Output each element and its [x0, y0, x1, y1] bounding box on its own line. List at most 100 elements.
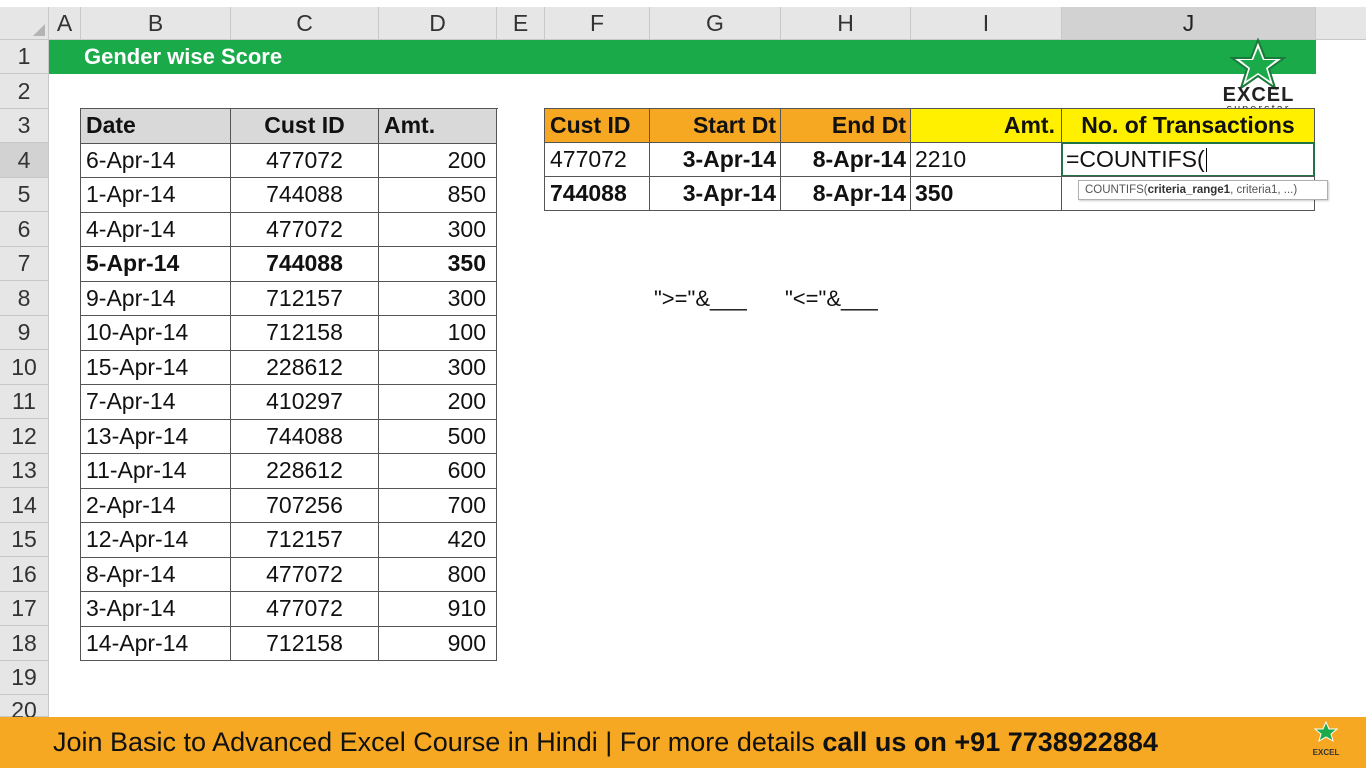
- table-cell[interactable]: 712158: [231, 626, 379, 661]
- table-cell[interactable]: 8-Apr-14: [780, 142, 911, 177]
- column-header-c[interactable]: C: [231, 7, 379, 40]
- tooltip-remaining-args: , criteria1, ...): [1230, 184, 1298, 196]
- table-cell[interactable]: 7-Apr-14: [81, 385, 231, 420]
- row-header-12[interactable]: 12: [0, 419, 49, 454]
- table-cell-bold[interactable]: 5-Apr-14: [81, 247, 231, 282]
- left-header-amt[interactable]: Amt.: [379, 109, 497, 144]
- table-cell[interactable]: 420: [379, 523, 497, 558]
- table-cell-bold[interactable]: 8-Apr-14: [780, 176, 911, 211]
- table-cell[interactable]: 712157: [231, 281, 379, 316]
- table-cell[interactable]: 477072: [231, 143, 379, 178]
- left-header-date[interactable]: Date: [81, 109, 231, 144]
- table-cell[interactable]: 500: [379, 419, 497, 454]
- row-header-3[interactable]: 3: [0, 109, 49, 143]
- row-header-15[interactable]: 15: [0, 523, 49, 557]
- table-cell[interactable]: 15-Apr-14: [81, 350, 231, 385]
- column-header-f[interactable]: F: [545, 7, 650, 40]
- table-cell[interactable]: 6-Apr-14: [81, 143, 231, 178]
- row-header-20[interactable]: 20: [0, 695, 49, 723]
- row-header-14[interactable]: 14: [0, 488, 49, 523]
- table-cell-bold[interactable]: 350: [379, 247, 497, 282]
- table-cell[interactable]: 3-Apr-14: [81, 592, 231, 627]
- column-header-a[interactable]: A: [49, 7, 81, 40]
- table-cell[interactable]: 744088: [231, 178, 379, 213]
- table-cell[interactable]: 477072: [231, 592, 379, 627]
- table-cell[interactable]: 4-Apr-14: [81, 212, 231, 247]
- table-cell[interactable]: 300: [379, 350, 497, 385]
- column-header-b[interactable]: B: [81, 7, 231, 40]
- row-header-9[interactable]: 9: [0, 316, 49, 350]
- right-header-no-of-transactions[interactable]: No. of Transactions: [1061, 108, 1315, 143]
- table-cell[interactable]: 8-Apr-14: [81, 557, 231, 592]
- row-header-19[interactable]: 19: [0, 661, 49, 695]
- table-cell[interactable]: 10-Apr-14: [81, 316, 231, 351]
- row-header-4[interactable]: 4: [0, 143, 49, 178]
- table-cell[interactable]: 200: [379, 385, 497, 420]
- column-header-g[interactable]: G: [650, 7, 781, 40]
- tooltip-current-arg[interactable]: criteria_range1: [1148, 184, 1230, 196]
- function-tooltip[interactable]: COUNTIFS(criteria_range1, criteria1, ...…: [1078, 180, 1328, 200]
- table-cell[interactable]: 100: [379, 316, 497, 351]
- table-cell[interactable]: 410297: [231, 385, 379, 420]
- column-header-d[interactable]: D: [379, 7, 497, 40]
- table-cell-bold[interactable]: 350: [910, 176, 1062, 211]
- table-cell[interactable]: 14-Apr-14: [81, 626, 231, 661]
- column-header-j[interactable]: J: [1062, 7, 1316, 40]
- table-cell[interactable]: 9-Apr-14: [81, 281, 231, 316]
- table-cell[interactable]: 11-Apr-14: [81, 454, 231, 489]
- table-cell[interactable]: 800: [379, 557, 497, 592]
- table-cell[interactable]: 850: [379, 178, 497, 213]
- row-header-16[interactable]: 16: [0, 557, 49, 592]
- table-cell[interactable]: 477072: [231, 212, 379, 247]
- row-header-1[interactable]: 1: [0, 40, 49, 74]
- table-cell[interactable]: 2210: [910, 142, 1062, 177]
- row-header-2[interactable]: 2: [0, 74, 49, 109]
- right-header-cust-id[interactable]: Cust ID: [544, 108, 650, 143]
- table-cell[interactable]: 300: [379, 212, 497, 247]
- table-cell[interactable]: 300: [379, 281, 497, 316]
- right-header-end-dt[interactable]: End Dt: [780, 108, 911, 143]
- table-cell[interactable]: 3-Apr-14: [649, 142, 781, 177]
- tooltip-function-name[interactable]: COUNTIFS(: [1085, 184, 1148, 196]
- right-header-start-dt[interactable]: Start Dt: [649, 108, 781, 143]
- table-cell[interactable]: 200: [379, 143, 497, 178]
- row-header-11[interactable]: 11: [0, 385, 49, 419]
- table-cell[interactable]: 228612: [231, 454, 379, 489]
- table-cell-bold[interactable]: 3-Apr-14: [649, 176, 781, 211]
- active-cell-formula-input[interactable]: =COUNTIFS(: [1061, 142, 1315, 177]
- column-header-i[interactable]: I: [911, 7, 1062, 40]
- table-cell[interactable]: 477072: [231, 557, 379, 592]
- left-header-cust-id[interactable]: Cust ID: [231, 109, 379, 144]
- table-cell[interactable]: 477072: [544, 142, 650, 177]
- table-cell[interactable]: 13-Apr-14: [81, 419, 231, 454]
- column-header-h[interactable]: H: [781, 7, 911, 40]
- row-header-5[interactable]: 5: [0, 178, 49, 212]
- row-header-13[interactable]: 13: [0, 454, 49, 488]
- table-cell[interactable]: 744088: [231, 419, 379, 454]
- note-greater-equal[interactable]: ">="&___: [654, 283, 747, 315]
- table-cell[interactable]: 228612: [231, 350, 379, 385]
- table-cell[interactable]: 712158: [231, 316, 379, 351]
- table-cell[interactable]: 910: [379, 592, 497, 627]
- table-cell[interactable]: 2-Apr-14: [81, 488, 231, 523]
- table-cell[interactable]: 707256: [231, 488, 379, 523]
- row-header-17[interactable]: 17: [0, 592, 49, 626]
- note-less-equal[interactable]: "<="&___: [785, 283, 878, 315]
- table-cell[interactable]: 900: [379, 626, 497, 661]
- table-cell[interactable]: 600: [379, 454, 497, 489]
- banner-title[interactable]: Gender wise Score: [84, 40, 282, 74]
- table-cell[interactable]: 12-Apr-14: [81, 523, 231, 558]
- row-header-6[interactable]: 6: [0, 212, 49, 247]
- table-cell[interactable]: 712157: [231, 523, 379, 558]
- row-header-10[interactable]: 10: [0, 350, 49, 385]
- select-all-corner[interactable]: [0, 7, 49, 40]
- table-cell[interactable]: 700: [379, 488, 497, 523]
- row-header-8[interactable]: 8: [0, 281, 49, 316]
- table-cell-bold[interactable]: 744088: [231, 247, 379, 282]
- right-header-amt[interactable]: Amt.: [910, 108, 1062, 143]
- table-cell-bold[interactable]: 744088: [544, 176, 650, 211]
- column-header-e[interactable]: E: [497, 7, 545, 40]
- row-header-7[interactable]: 7: [0, 247, 49, 281]
- row-header-18[interactable]: 18: [0, 626, 49, 661]
- table-cell[interactable]: 1-Apr-14: [81, 178, 231, 213]
